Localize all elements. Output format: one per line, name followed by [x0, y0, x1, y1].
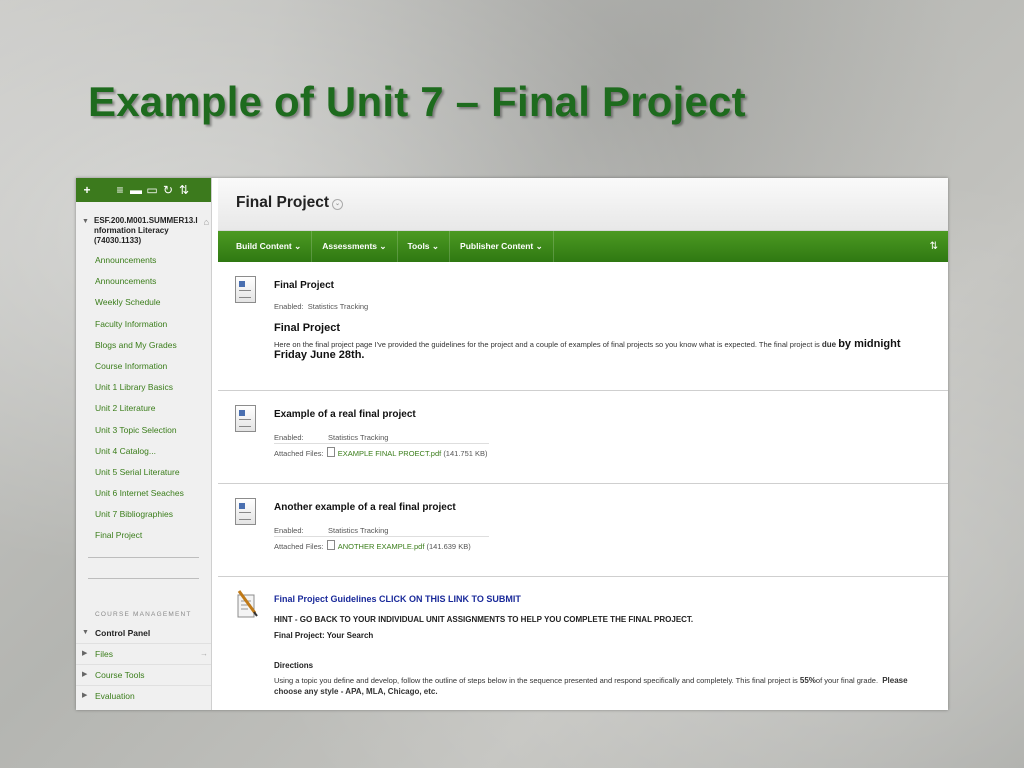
page-header: Final Project ⌄ — [218, 178, 948, 231]
expand-triangle-icon[interactable]: ▶ — [82, 686, 87, 706]
item-title[interactable]: Another example of a real final project — [274, 502, 456, 513]
file-link[interactable]: ANOTHER EXAMPLE.pdf — [338, 542, 425, 551]
sidebar-item-unit-5[interactable]: Unit 5 Serial Literature — [76, 462, 211, 483]
folder-view-icon[interactable]: ▬ — [128, 183, 144, 197]
collapse-triangle-icon[interactable]: ▼ — [82, 623, 89, 643]
sidebar-item-unit-1[interactable]: Unit 1 Library Basics — [76, 377, 211, 398]
sidebar-item-unit-6[interactable]: Unit 6 Internet Seaches — [76, 483, 211, 504]
build-content-menu[interactable]: Build Content ⌄ — [218, 231, 313, 262]
hint-text: HINT - GO BACK TO YOUR INDIVIDUAL UNIT A… — [274, 615, 694, 624]
directions-label: Directions — [274, 661, 314, 670]
content-item-example-2: Another example of a real final project … — [218, 484, 948, 577]
sidebar-item-course-information[interactable]: Course Information — [76, 356, 211, 377]
add-icon[interactable]: + — [78, 183, 96, 197]
sidebar-item-announcements[interactable]: Announcements — [76, 250, 211, 271]
content-item-final-project: Final Project Enabled: Statistics Tracki… — [218, 262, 948, 391]
reorder-icon[interactable]: ⇅ — [930, 231, 938, 262]
expand-triangle-icon[interactable]: ▶ — [82, 665, 87, 685]
assignment-subtitle: Final Project: Your Search — [274, 631, 374, 640]
content-area: Final Project ⌄ Build Content ⌄ Assessmen… — [218, 178, 948, 710]
file-link[interactable]: EXAMPLE FINAL PROECT.pdf — [338, 449, 442, 458]
content-item-example-1: Example of a real final project Enabled:… — [218, 391, 948, 484]
course-sidebar: + ≡ ▬ ▭ ↻ ⇅ ▼ ESF.200.M001.SUMMER13.I nf… — [76, 178, 212, 710]
slide-title: Example of Unit 7 – Final Project — [88, 78, 746, 125]
assignment-icon — [237, 590, 258, 618]
course-management-label: COURSE MANAGEMENT — [95, 610, 192, 618]
sidebar-item-announcements-2[interactable]: Announcements — [76, 271, 211, 292]
item-attached-files: Attached Files: ANOTHER EXAMPLE.pdf (141… — [274, 540, 471, 551]
assessments-menu[interactable]: Assessments ⌄ — [312, 231, 398, 262]
sidebar-item-unit-7[interactable]: Unit 7 Bibliographies — [76, 504, 211, 525]
blackboard-screenshot: + ≡ ▬ ▭ ↻ ⇅ ▼ ESF.200.M001.SUMMER13.I nf… — [76, 178, 948, 710]
control-panel-files[interactable]: ▶ Files → — [76, 642, 211, 664]
sidebar-toolbar: + ≡ ▬ ▭ ↻ ⇅ — [76, 178, 211, 202]
file-icon — [326, 447, 335, 457]
item-enabled: Enabled: Statistics Tracking — [274, 526, 389, 535]
control-panel-course-tools[interactable]: ▶ Course Tools — [76, 663, 211, 685]
course-title[interactable]: ▼ ESF.200.M001.SUMMER13.I nformation Lit… — [76, 202, 211, 250]
collapse-triangle-icon[interactable]: ▼ — [82, 217, 89, 227]
home-icon[interactable]: ⌂ — [204, 217, 209, 227]
page-title[interactable]: Final Project ⌄ — [236, 194, 344, 212]
sidebar-item-final-project[interactable]: Final Project — [76, 525, 211, 546]
arrow-right-icon: → — [200, 648, 208, 658]
chevron-down-icon[interactable]: ⌄ — [332, 199, 344, 210]
course-menu: Announcements Announcements Weekly Sched… — [76, 250, 211, 547]
content-item-guidelines: Final Project Guidelines CLICK ON THIS L… — [218, 577, 948, 710]
sidebar-item-unit-4[interactable]: Unit 4 Catalog... — [76, 441, 211, 462]
item-title[interactable]: Example of a real final project — [274, 409, 416, 420]
action-bar: Build Content ⌄ Assessments ⌄ Tools ⌄ Pu… — [218, 231, 948, 262]
control-panel-header[interactable]: ▼ Control Panel — [76, 623, 211, 643]
refresh-icon[interactable]: ↻ — [160, 183, 176, 197]
tools-menu[interactable]: Tools ⌄ — [398, 231, 451, 262]
item-enabled: Enabled: Statistics Tracking — [274, 433, 389, 442]
item-description: Here on the final project page I've prov… — [274, 338, 901, 361]
sidebar-item-blogs-grades[interactable]: Blogs and My Grades — [76, 335, 211, 356]
sidebar-item-unit-3[interactable]: Unit 3 Topic Selection — [76, 420, 211, 441]
sidebar-item-unit-2[interactable]: Unit 2 Literature — [76, 398, 211, 419]
sidebar-item-faculty-information[interactable]: Faculty Information — [76, 314, 211, 335]
sidebar-divider — [88, 577, 199, 579]
item-heading: Final Project — [274, 322, 341, 334]
document-icon — [235, 276, 256, 303]
control-panel-evaluation[interactable]: ▶ Evaluation — [76, 684, 211, 706]
document-icon — [235, 498, 256, 525]
item-title[interactable]: Final Project — [274, 280, 334, 291]
file-icon — [326, 540, 335, 550]
list-view-icon[interactable]: ≡ — [112, 183, 128, 197]
expand-triangle-icon[interactable]: ▶ — [82, 644, 87, 664]
directions-text: Using a topic you define and develop, fo… — [274, 676, 908, 696]
publisher-content-menu[interactable]: Publisher Content ⌄ — [450, 231, 554, 262]
sidebar-item-weekly-schedule[interactable]: Weekly Schedule — [76, 292, 211, 313]
submit-assignment-link[interactable]: Final Project Guidelines CLICK ON THIS L… — [274, 594, 521, 604]
item-enabled: Enabled: Statistics Tracking — [274, 302, 369, 311]
reorder-icon[interactable]: ⇅ — [176, 183, 192, 197]
document-icon — [235, 405, 256, 432]
item-attached-files: Attached Files: EXAMPLE FINAL PROECT.pdf… — [274, 447, 488, 458]
window-view-icon[interactable]: ▭ — [144, 183, 160, 197]
